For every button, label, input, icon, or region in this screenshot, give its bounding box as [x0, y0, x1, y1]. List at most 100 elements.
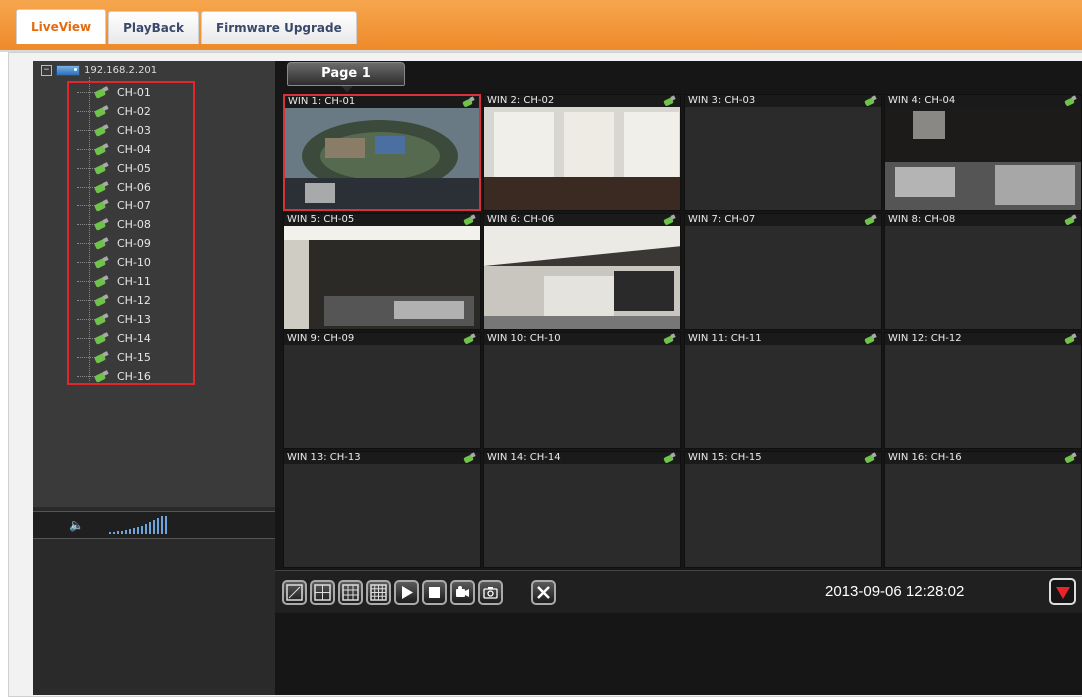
window-title: WIN 3: CH-03: [688, 95, 756, 106]
channel-item[interactable]: CH-09: [55, 234, 151, 253]
volume-level-bar: [117, 531, 119, 534]
layout-4x4-icon: [370, 584, 387, 601]
video-window[interactable]: WIN 14: CH-14: [483, 451, 681, 568]
stop-button[interactable]: [422, 580, 447, 605]
video-feed: [484, 345, 680, 448]
camera-icon: [95, 125, 109, 136]
camera-icon: [95, 333, 109, 344]
volume-bar: 🔈: [33, 511, 275, 539]
video-window[interactable]: WIN 9: CH-09: [283, 332, 481, 449]
camera-icon: [95, 200, 109, 211]
channel-item[interactable]: CH-10: [55, 253, 151, 272]
video-window[interactable]: WIN 8: CH-08: [884, 213, 1082, 330]
window-title-bar: WIN 13: CH-13: [284, 452, 480, 464]
tab-liveview[interactable]: LiveView: [16, 9, 107, 44]
channel-item[interactable]: CH-15: [55, 348, 151, 367]
tab-list: LiveView PlayBack Firmware Upgrade: [16, 9, 357, 44]
channel-item[interactable]: CH-03: [55, 121, 151, 140]
camera-status-icon: [1065, 334, 1077, 343]
video-window[interactable]: WIN 1: CH-01: [283, 94, 481, 211]
window-title: WIN 8: CH-08: [888, 214, 956, 225]
snapshot-icon: [483, 587, 498, 599]
camera-icon: [95, 257, 109, 268]
camera-status-icon: [664, 96, 676, 105]
video-window[interactable]: WIN 3: CH-03: [684, 94, 882, 211]
channel-item[interactable]: CH-16: [55, 367, 151, 386]
volume-level-bar: [109, 532, 111, 534]
window-title: WIN 12: CH-12: [888, 333, 962, 344]
window-title-bar: WIN 9: CH-09: [284, 333, 480, 345]
channel-list: CH-01 CH-02 CH-03 CH-04 CH-05 CH-06 CH-07 CH-08…: [67, 81, 195, 385]
channel-label: CH-01: [117, 86, 151, 99]
play-button[interactable]: [394, 580, 419, 605]
channel-item[interactable]: CH-11: [55, 272, 151, 291]
layout-4x4-button[interactable]: [366, 580, 391, 605]
camera-status-icon: [664, 334, 676, 343]
channel-label: CH-11: [117, 275, 151, 288]
video-window[interactable]: WIN 16: CH-16: [884, 451, 1082, 568]
speaker-icon[interactable]: 🔈: [69, 519, 84, 531]
window-title: WIN 7: CH-07: [688, 214, 756, 225]
volume-level-bar: [133, 528, 135, 534]
camera-icon: [95, 314, 109, 325]
channel-item[interactable]: CH-04: [55, 140, 151, 159]
window-title-bar: WIN 7: CH-07: [685, 214, 881, 226]
video-window[interactable]: WIN 13: CH-13: [283, 451, 481, 568]
video-feed: [284, 464, 480, 567]
camera-icon: [95, 182, 109, 193]
camera-status-icon: [865, 96, 877, 105]
tab-playback[interactable]: PlayBack: [108, 11, 199, 44]
channel-item[interactable]: CH-12: [55, 291, 151, 310]
page-tab[interactable]: Page 1: [287, 62, 405, 92]
video-window[interactable]: WIN 10: CH-10: [483, 332, 681, 449]
tree-root[interactable]: − 192.168.2.201: [41, 65, 157, 76]
tab-firmware-upgrade[interactable]: Firmware Upgrade: [200, 11, 357, 44]
camera-status-icon: [464, 334, 476, 343]
video-feed: [484, 464, 680, 567]
window-title: WIN 9: CH-09: [287, 333, 355, 344]
window-title-bar: WIN 4: CH-04: [885, 95, 1081, 107]
video-window[interactable]: WIN 12: CH-12: [884, 332, 1082, 449]
channel-label: CH-15: [117, 350, 151, 364]
device-ip-label: 192.168.2.201: [84, 65, 158, 76]
dropdown-arrow-icon[interactable]: [1049, 578, 1076, 605]
video-panel: Page 1 WIN 1: CH-01 WIN 2: CH-02 WIN 3: CH…: [275, 61, 1082, 695]
channel-item[interactable]: CH-13: [55, 310, 151, 329]
video-window[interactable]: WIN 5: CH-05: [283, 213, 481, 330]
video-window[interactable]: WIN 7: CH-07: [684, 213, 882, 330]
window-title: WIN 4: CH-04: [888, 95, 956, 106]
layout-2x2-button[interactable]: [310, 580, 335, 605]
camera-status-icon: [463, 97, 475, 106]
channel-item[interactable]: CH-02: [55, 102, 151, 121]
video-window[interactable]: WIN 6: CH-06: [483, 213, 681, 330]
channel-item[interactable]: CH-08: [55, 215, 151, 234]
channel-item[interactable]: CH-05: [55, 159, 151, 178]
channel-item[interactable]: CH-06: [55, 178, 151, 197]
control-toolbar: 2013-09-06 12:28:02: [275, 570, 1082, 613]
video-feed: [484, 107, 680, 210]
layout-3x3-button[interactable]: [338, 580, 363, 605]
camera-icon: [95, 106, 109, 117]
camera-status-icon: [865, 215, 877, 224]
window-title: WIN 10: CH-10: [487, 333, 561, 344]
settings-button[interactable]: [531, 580, 556, 605]
window-title: WIN 1: CH-01: [288, 96, 356, 107]
volume-level-bar: [121, 531, 123, 534]
channel-label: CH-13: [117, 312, 151, 326]
layout-2x2-icon: [314, 584, 331, 601]
channel-item[interactable]: CH-14: [55, 329, 151, 348]
video-feed: [885, 345, 1081, 448]
layout-3x3-icon: [342, 584, 359, 601]
video-window[interactable]: WIN 2: CH-02: [483, 94, 681, 211]
camera-status-icon: [464, 215, 476, 224]
snapshot-button[interactable]: [478, 580, 503, 605]
collapse-icon[interactable]: −: [41, 65, 52, 76]
video-window[interactable]: WIN 4: CH-04: [884, 94, 1082, 211]
channel-item[interactable]: CH-01: [55, 83, 151, 102]
layout-1x1-button[interactable]: [282, 580, 307, 605]
video-window[interactable]: WIN 11: CH-11: [684, 332, 882, 449]
video-window[interactable]: WIN 15: CH-15: [684, 451, 882, 568]
record-button[interactable]: [450, 580, 475, 605]
volume-level-icon[interactable]: [109, 516, 167, 534]
channel-item[interactable]: CH-07: [55, 196, 151, 215]
